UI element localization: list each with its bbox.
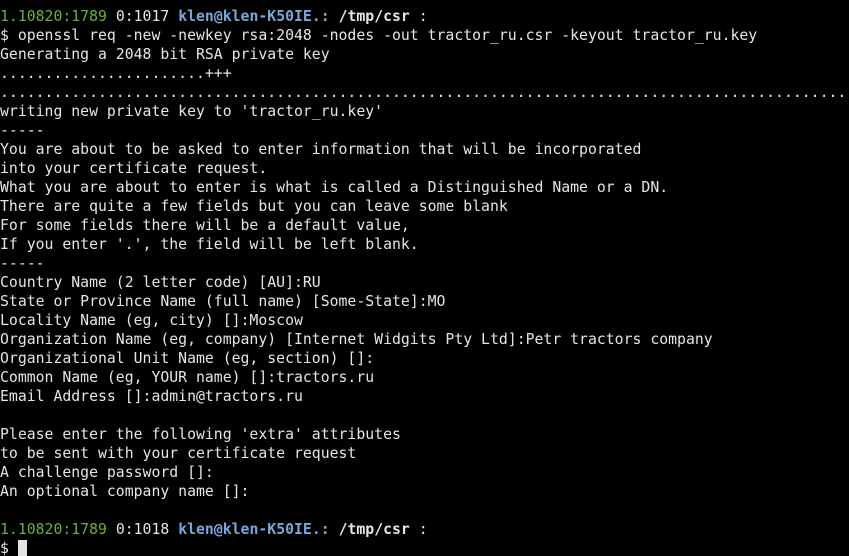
- output-line: Organization Name (eg, company) [Interne…: [0, 331, 713, 348]
- output-line: ........................................…: [0, 84, 849, 101]
- output-line: What you are about to enter is what is c…: [0, 179, 669, 196]
- prompt-counter: 1.10820:1789: [0, 521, 107, 538]
- prompt-user-host: klen@klen-K50IE.:: [178, 521, 330, 538]
- prompt-time: 0:1017: [115, 8, 170, 25]
- output-line: Organizational Unit Name (eg, section) […: [0, 350, 375, 367]
- output-line: Email Address []:admin@tractors.ru: [0, 388, 303, 405]
- output-line: Common Name (eg, YOUR name) []:tractors.…: [0, 369, 375, 386]
- prompt-time: 0:1018: [115, 521, 170, 538]
- prompt-separator: :: [418, 8, 428, 25]
- prompt-line: 1.10820:1789 0:1017 klen@klen-K50IE.: /t…: [0, 7, 849, 26]
- output-line: Locality Name (eg, city) []:Moscow: [0, 312, 303, 329]
- output-line: -----: [0, 255, 45, 272]
- output-line: into your certificate request.: [0, 160, 268, 177]
- output-line: If you enter '.', the field will be left…: [0, 236, 419, 253]
- prompt-path: /tmp/csr: [338, 8, 410, 25]
- output-line: to be sent with your certificate request: [0, 445, 357, 462]
- output-line: A challenge password []:: [0, 464, 214, 481]
- output-line: State or Province Name (full name) [Some…: [0, 293, 446, 310]
- text-cursor: [17, 540, 27, 556]
- output-line: writing new private key to 'tractor_ru.k…: [0, 103, 384, 120]
- prompt-separator: :: [418, 521, 428, 538]
- input-line[interactable]: $: [0, 539, 849, 556]
- command-line: $ openssl req -new -newkey rsa:2048 -nod…: [0, 27, 758, 44]
- prompt-symbol: $: [0, 540, 9, 556]
- output-line: Generating a 2048 bit RSA private key: [0, 46, 330, 63]
- terminal-window[interactable]: 1.10820:1789 0:1017 klen@klen-K50IE.: /t…: [0, 7, 849, 556]
- prompt-path: /tmp/csr: [338, 521, 410, 538]
- output-line: Please enter the following 'extra' attri…: [0, 426, 401, 443]
- output-line: There are quite a few fields but you can…: [0, 198, 508, 215]
- prompt-user-host: klen@klen-K50IE.:: [178, 8, 330, 25]
- output-line: You are about to be asked to enter infor…: [0, 141, 642, 158]
- output-line: An optional company name []:: [0, 483, 250, 500]
- prompt-line: 1.10820:1789 0:1018 klen@klen-K50IE.: /t…: [0, 520, 849, 539]
- output-line: -----: [0, 122, 45, 139]
- output-line: .......................+++: [0, 65, 232, 82]
- output-line: Country Name (2 letter code) [AU]:RU: [0, 274, 321, 291]
- output-line: For some fields there will be a default …: [0, 217, 410, 234]
- prompt-counter: 1.10820:1789: [0, 8, 107, 25]
